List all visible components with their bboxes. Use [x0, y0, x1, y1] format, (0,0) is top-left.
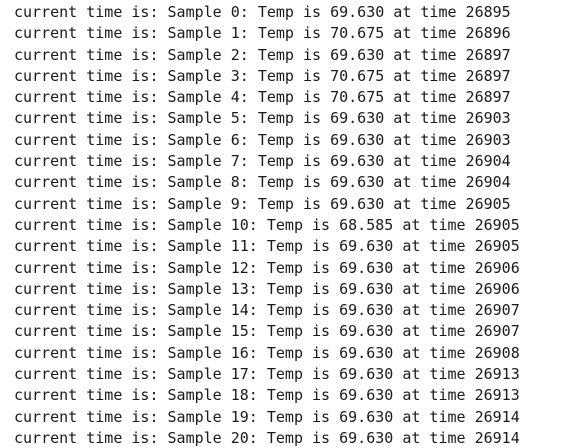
- log-line: current time is: Sample 11: Temp is 69.6…: [14, 237, 520, 256]
- log-line: current time is: Sample 1: Temp is 70.67…: [14, 24, 511, 43]
- log-line: current time is: Sample 15: Temp is 69.6…: [14, 322, 520, 341]
- log-line: current time is: Sample 16: Temp is 69.6…: [14, 343, 520, 362]
- log-line: current time is: Sample 3: Temp is 70.67…: [14, 66, 511, 85]
- log-lines: current time is: Sample 0: Temp is 69.63…: [14, 2, 520, 448]
- log-line: current time is: Sample 10: Temp is 68.5…: [14, 215, 520, 234]
- log-line: current time is: Sample 2: Temp is 69.63…: [14, 45, 511, 64]
- log-line: current time is: Sample 4: Temp is 70.67…: [14, 88, 511, 107]
- log-line: current time is: Sample 17: Temp is 69.6…: [14, 365, 520, 384]
- log-line: current time is: Sample 18: Temp is 69.6…: [14, 386, 520, 405]
- log-line: current time is: Sample 13: Temp is 69.6…: [14, 279, 520, 298]
- log-line: current time is: Sample 5: Temp is 69.63…: [14, 109, 511, 128]
- log-line: current time is: Sample 14: Temp is 69.6…: [14, 301, 520, 320]
- terminal-output: current time is: Sample 0: Temp is 69.63…: [0, 0, 583, 448]
- log-line: current time is: Sample 6: Temp is 69.63…: [14, 130, 511, 149]
- log-line: current time is: Sample 0: Temp is 69.63…: [14, 3, 511, 21]
- log-line: current time is: Sample 8: Temp is 69.63…: [14, 173, 511, 192]
- log-line: current time is: Sample 7: Temp is 69.63…: [14, 152, 511, 171]
- log-line: current time is: Sample 9: Temp is 69.63…: [14, 194, 511, 213]
- log-line: current time is: Sample 20: Temp is 69.6…: [14, 428, 520, 447]
- log-line: current time is: Sample 12: Temp is 69.6…: [14, 258, 520, 277]
- log-line: current time is: Sample 19: Temp is 69.6…: [14, 407, 520, 426]
